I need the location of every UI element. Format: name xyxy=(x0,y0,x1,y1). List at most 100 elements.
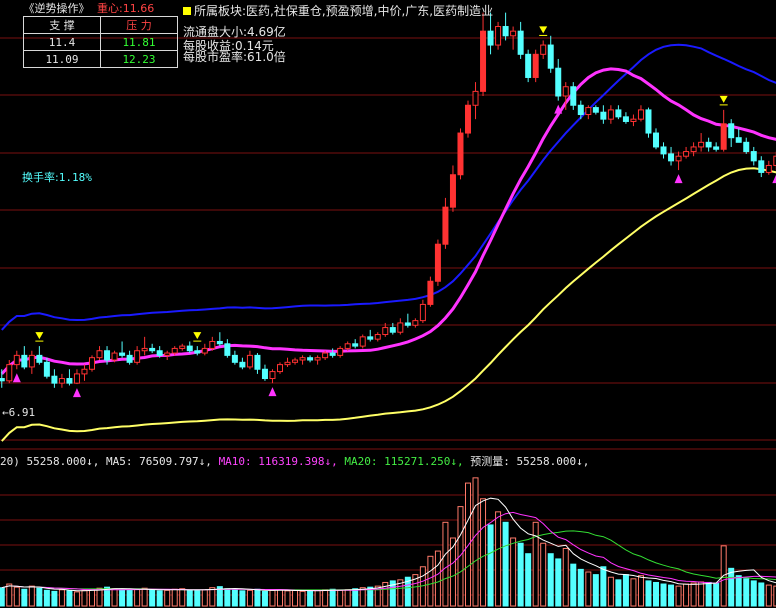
candle-body xyxy=(412,320,419,326)
volume-bar xyxy=(134,588,141,607)
candle-body xyxy=(13,354,20,366)
candle-body xyxy=(728,123,735,139)
volume-bar xyxy=(73,591,80,607)
volume-ma10-line xyxy=(1,511,776,591)
candle-body xyxy=(374,334,381,340)
volume-bar xyxy=(577,568,584,607)
volume-bar xyxy=(126,589,133,607)
candle-body xyxy=(720,123,727,150)
candle-body xyxy=(171,347,178,354)
volume-bar xyxy=(43,589,50,607)
volume-bar xyxy=(562,547,569,607)
volume-bar xyxy=(690,582,697,607)
candle-body xyxy=(269,371,276,380)
candle-body xyxy=(164,352,171,356)
low-price-value: 6.91 xyxy=(8,406,36,419)
volume-legend-current: 20) 55258.000↓, xyxy=(0,455,100,468)
volume-bar xyxy=(299,590,306,607)
volume-legend-forecast: 预测量: 55258.000↓, xyxy=(470,455,590,468)
volume-bar xyxy=(487,524,494,607)
candle-body xyxy=(487,30,494,46)
candle-body xyxy=(292,359,299,363)
candle-body xyxy=(690,146,697,153)
volume-bar xyxy=(660,583,667,607)
candle-body xyxy=(532,53,539,78)
buy-marker-icon xyxy=(72,388,81,398)
volume-bar xyxy=(495,511,502,607)
candle-body xyxy=(284,361,291,366)
candle-body xyxy=(216,340,223,345)
candle-body xyxy=(607,109,614,120)
volume-bar xyxy=(570,563,577,607)
candle-body xyxy=(510,30,517,37)
candle-body xyxy=(660,146,667,155)
candle-body xyxy=(555,67,562,97)
ma-blue-line xyxy=(1,43,776,331)
volume-bar xyxy=(337,589,344,607)
volume-bar xyxy=(465,482,471,607)
candle-body xyxy=(615,109,622,118)
volume-bar xyxy=(171,588,178,607)
candle-body xyxy=(0,378,5,382)
candle-body xyxy=(419,303,426,322)
sector-bullet-icon xyxy=(183,7,191,15)
candle-body xyxy=(705,141,712,148)
volume-bar xyxy=(179,588,186,607)
candle-body xyxy=(337,347,344,356)
volume-bar xyxy=(765,584,772,607)
volume-bar xyxy=(307,590,314,607)
candle-body xyxy=(382,327,389,336)
candle-body xyxy=(765,164,772,173)
volume-bar xyxy=(194,590,201,607)
candle-body xyxy=(352,343,359,347)
volume-bar xyxy=(457,506,464,607)
volume-bar xyxy=(698,581,705,607)
volume-bar xyxy=(284,590,291,607)
volume-bar xyxy=(329,588,336,607)
support-header: 支 撑 xyxy=(23,16,101,34)
volume-bar xyxy=(735,575,742,607)
kline-chart[interactable] xyxy=(0,0,776,608)
candle-body xyxy=(149,347,156,352)
volume-bar xyxy=(585,571,592,607)
volume-bar xyxy=(502,521,509,607)
volume-bar xyxy=(480,498,487,607)
volume-bar xyxy=(743,578,750,607)
candle-body xyxy=(600,111,607,120)
volume-bar xyxy=(277,589,283,607)
volume-bar xyxy=(622,574,629,607)
candle-body xyxy=(449,174,456,208)
candle-body xyxy=(156,350,163,356)
candle-body xyxy=(179,345,186,349)
candle-body xyxy=(637,109,644,120)
candle-body xyxy=(397,322,404,333)
volume-bar xyxy=(705,581,712,607)
turnover-label: 换手率: xyxy=(22,171,59,184)
volume-bar xyxy=(231,589,238,607)
support-value-1: 11.4 xyxy=(23,33,101,51)
volume-bar xyxy=(209,587,216,607)
volume-bar xyxy=(427,555,434,607)
candle-body xyxy=(246,354,253,368)
turnover-rate: 换手率:1.18% xyxy=(22,169,92,185)
volume-bar xyxy=(442,521,449,607)
volume-bar xyxy=(149,589,156,607)
sell-marker-icon xyxy=(193,332,202,340)
sector-info: 所属板块:医药,社保重仓,预盈预增,中价,广东,医药制造业 xyxy=(183,2,493,19)
volume-bar xyxy=(36,587,43,607)
volume-bar xyxy=(0,587,5,607)
candle-body xyxy=(465,104,471,134)
volume-bar xyxy=(89,588,95,607)
volume-bar xyxy=(224,588,231,607)
candle-body xyxy=(585,107,592,116)
candle-body xyxy=(119,352,126,356)
candle-body xyxy=(254,354,261,370)
buy-marker-icon xyxy=(12,373,21,383)
volume-bar xyxy=(322,589,329,607)
candle-body xyxy=(141,347,148,352)
candle-body xyxy=(653,132,659,148)
candle-body xyxy=(6,364,13,382)
volume-bar xyxy=(6,583,13,607)
volume-bar xyxy=(246,589,253,607)
center-value: 11.66 xyxy=(122,2,155,15)
